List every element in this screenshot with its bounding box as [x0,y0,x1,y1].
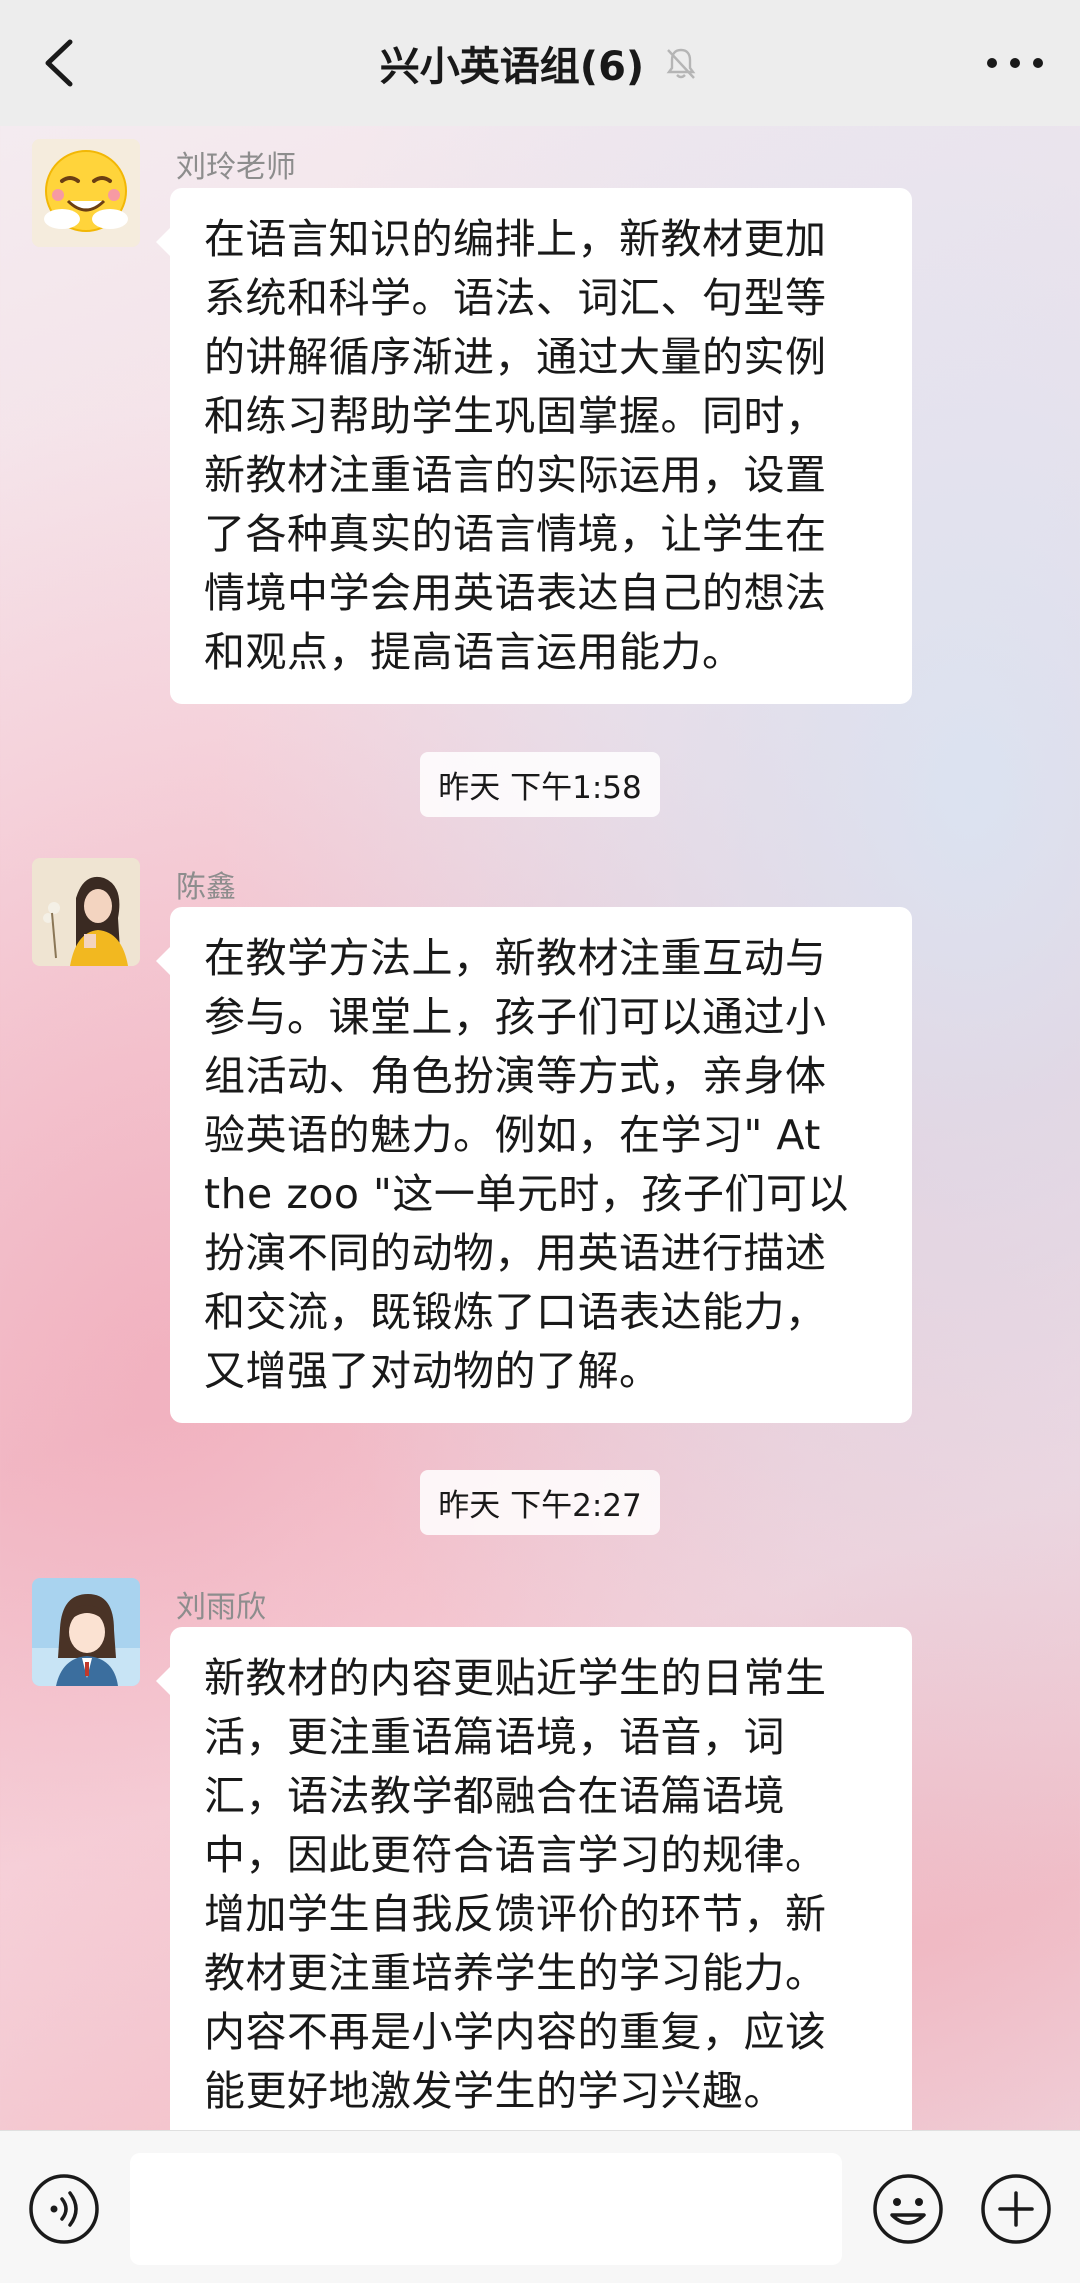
input-bar [0,2130,1080,2283]
message-text: 新教材的内容更贴近学生的日常生 活，更注重语篇语境，语音，词 汇，语法教学都融合… [204,1649,882,2121]
avatar[interactable] [32,858,140,966]
chat-title[interactable]: 兴小英语组(6) [380,34,644,92]
bell-off-icon [666,48,696,79]
anime-girl-avatar-icon [32,1578,140,1686]
message-line: 教材更注重培养学生的学习能力。 [204,1949,827,1997]
message-line: 验英语的魅力。例如，在学习" At [204,1111,821,1159]
message-line: 组活动、角色扮演等方式，亲身体 [204,1052,827,1100]
message-line: 中，因此更符合语言学习的规律。 [204,1831,827,1879]
plus-icon[interactable] [978,2171,1054,2247]
message-bubble[interactable]: 新教材的内容更贴近学生的日常生 活，更注重语篇语境，语音，词 汇，语法教学都融合… [156,1627,912,2147]
message-line: 在教学方法上，新教材注重互动与 [204,934,827,982]
sender-name: 刘玲老师 [176,150,296,185]
message-line: 参与。课堂上，孩子们可以通过小 [204,993,827,1041]
emoji-sun-avatar-icon [32,139,140,247]
back-button[interactable] [30,28,90,98]
message-line: 能更好地激发学生的学习兴趣。 [204,2067,785,2115]
message-bubble[interactable]: 在教学方法上，新教材注重互动与 参与。课堂上，孩子们可以通过小 组活动、角色扮演… [156,907,912,1423]
girl-yellow-avatar-icon [32,858,140,966]
timestamp-row: 昨天 下午2:27 [0,1470,1080,1535]
message-line: 和练习帮助学生巩固掌握。同时， [204,392,827,440]
message-line: the zoo "这一单元时，孩子们可以 [204,1170,849,1218]
message-line: 系统和科学。语法、词汇、句型等 [204,274,827,322]
message-line: 和交流，既锻炼了口语表达能力， [204,1288,827,1336]
avatar[interactable] [32,1578,140,1686]
message-line: 在语言知识的编排上，新教材更加 [204,215,827,263]
sender-name: 陈鑫 [176,870,236,905]
message-line: 内容不再是小学内容的重复，应该 [204,2008,827,2056]
message-line: 情境中学会用英语表达自己的想法 [204,569,827,617]
message-bubble[interactable]: 在语言知识的编排上，新教材更加 系统和科学。语法、词汇、句型等 的讲解循序渐进，… [156,188,912,704]
message-line: 活，更注重语篇语境，语音，词 [204,1713,785,1761]
sender-name: 刘雨欣 [176,1590,266,1625]
title-wrap: 兴小英语组(6) [0,0,1080,126]
message-line: 扮演不同的动物，用英语进行描述 [204,1229,827,1277]
timestamp-row: 昨天 下午1:58 [0,752,1080,817]
timestamp: 昨天 下午1:58 [420,752,660,817]
message-line: 增加学生自我反馈评价的环节，新 [204,1890,827,1938]
emoji-icon[interactable] [870,2171,946,2247]
message-line: 又增强了对动物的了解。 [204,1347,661,1395]
message-line: 的讲解循序渐进，通过大量的实例 [204,333,827,381]
message-text: 在教学方法上，新教材注重互动与 参与。课堂上，孩子们可以通过小 组活动、角色扮演… [204,929,882,1401]
more-options-button[interactable] [980,38,1050,88]
avatar[interactable] [32,139,140,247]
timestamp: 昨天 下午2:27 [420,1470,660,1535]
message-line: 和观点，提高语言运用能力。 [204,628,744,676]
message-line: 汇，语法教学都融合在语篇语境 [204,1772,785,1820]
message-text: 在语言知识的编排上，新教材更加 系统和科学。语法、词汇、句型等 的讲解循序渐进，… [204,210,882,682]
message-input[interactable] [130,2153,842,2265]
chat-header: 兴小英语组(6) [0,0,1080,126]
message-line: 了各种真实的语言情境，让学生在 [204,510,827,558]
message-line: 新教材注重语言的实际运用，设置 [204,451,827,499]
message-line: 新教材的内容更贴近学生的日常生 [204,1654,827,1702]
voice-icon[interactable] [26,2171,102,2247]
